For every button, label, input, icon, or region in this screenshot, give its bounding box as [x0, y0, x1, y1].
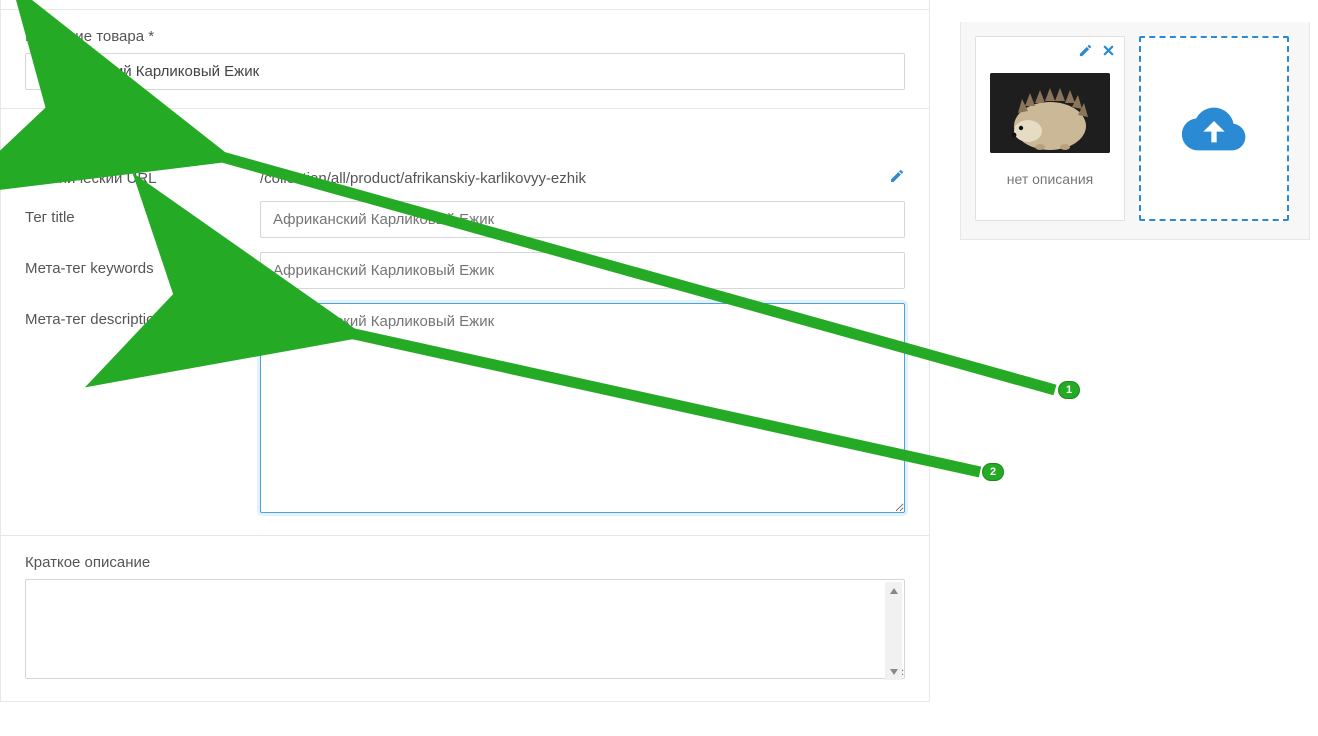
- tag-title-label: Тег title: [25, 201, 260, 226]
- meta-keywords-label: Мета-тег keywords: [25, 252, 260, 277]
- product-name-section: Название товара *: [1, 10, 929, 109]
- product-name-label: Название товара *: [25, 28, 905, 45]
- image-card[interactable]: нет описания: [975, 36, 1125, 221]
- annotation-badge-1: 1: [1058, 381, 1080, 399]
- short-description-section: Краткое описание: [1, 536, 929, 701]
- seo-header-label: Параметры SEO: [25, 127, 141, 144]
- meta-description-label: Мета-тег description: [25, 303, 260, 328]
- seo-section: Параметры SEO Канонический URL /collecti…: [1, 109, 929, 536]
- upload-image-button[interactable]: [1139, 36, 1289, 221]
- product-name-input[interactable]: [25, 53, 905, 90]
- image-thumbnail: [990, 73, 1110, 153]
- annotation-badge-2: 2: [982, 463, 1004, 481]
- short-description-label: Краткое описание: [25, 554, 905, 571]
- canonical-url-value: /collection/all/product/afrikanskiy-karl…: [260, 162, 586, 187]
- chevron-down-icon: [147, 133, 155, 138]
- upload-cloud-icon: [1182, 97, 1246, 161]
- meta-description-input[interactable]: [260, 303, 905, 513]
- scrollbar[interactable]: [885, 582, 902, 680]
- edit-url-icon[interactable]: [889, 168, 905, 188]
- short-description-input[interactable]: [25, 579, 905, 679]
- image-caption: нет описания: [1007, 171, 1093, 187]
- canonical-url-label: Канонический URL: [25, 162, 260, 187]
- meta-keywords-input[interactable]: [260, 252, 905, 289]
- seo-toggle[interactable]: Параметры SEO: [25, 127, 905, 144]
- delete-image-icon[interactable]: [1101, 43, 1116, 62]
- edit-image-icon[interactable]: [1078, 43, 1093, 62]
- tag-title-input[interactable]: [260, 201, 905, 238]
- media-panel: нет описания: [960, 22, 1310, 240]
